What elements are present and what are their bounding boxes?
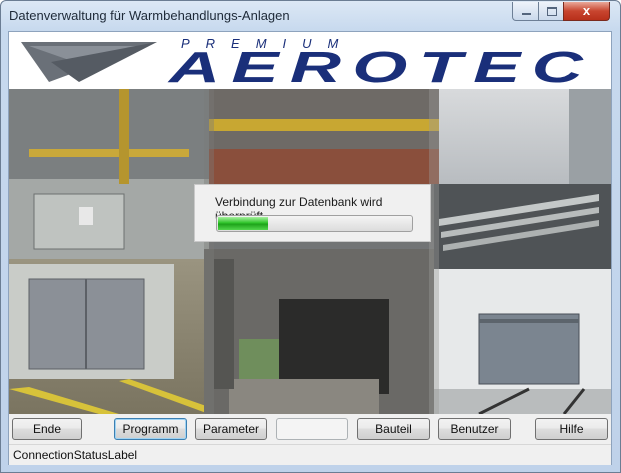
bird-icon — [21, 42, 157, 82]
close-button[interactable]: x — [563, 2, 610, 21]
client-area: PREMIUM AEROTEC Verbindung zur Datenbank… — [8, 31, 612, 465]
premium-aerotec-logo: PREMIUM AEROTEC — [21, 36, 594, 89]
progress-panel: Verbindung zur Datenbank wird überprüft — [194, 184, 431, 242]
photo-collage — [9, 89, 611, 414]
ende-button[interactable]: Ende — [12, 418, 82, 440]
bauteil-button[interactable]: Bauteil — [357, 418, 430, 440]
title-bar[interactable]: Datenverwaltung für Warmbehandlungs-Anla… — [1, 1, 620, 31]
programm-button[interactable]: Programm — [114, 418, 187, 440]
minimize-button[interactable] — [512, 2, 539, 21]
progress-bar-fill — [218, 217, 268, 230]
maximize-button[interactable] — [538, 2, 564, 21]
window-title: Datenverwaltung für Warmbehandlungs-Anla… — [9, 8, 290, 23]
logo-banner: PREMIUM AEROTEC — [9, 32, 611, 89]
production-hall-photo: Verbindung zur Datenbank wird überprüft — [9, 89, 611, 414]
parameter-button[interactable]: Parameter — [195, 418, 267, 440]
close-icon: x — [582, 3, 591, 18]
benutzer-button[interactable]: Benutzer — [438, 418, 511, 440]
button-bar: Ende Programm Parameter Bauteil Benutzer… — [9, 414, 611, 444]
app-window: Datenverwaltung für Warmbehandlungs-Anla… — [0, 0, 621, 473]
progress-bar — [216, 215, 413, 232]
status-bar: ConnectionStatusLabel — [9, 444, 611, 465]
connection-status-label: ConnectionStatusLabel — [13, 448, 138, 462]
hilfe-button[interactable]: Hilfe — [535, 418, 608, 440]
blank-button[interactable] — [276, 418, 348, 440]
logo-brand: AEROTEC — [167, 43, 594, 89]
